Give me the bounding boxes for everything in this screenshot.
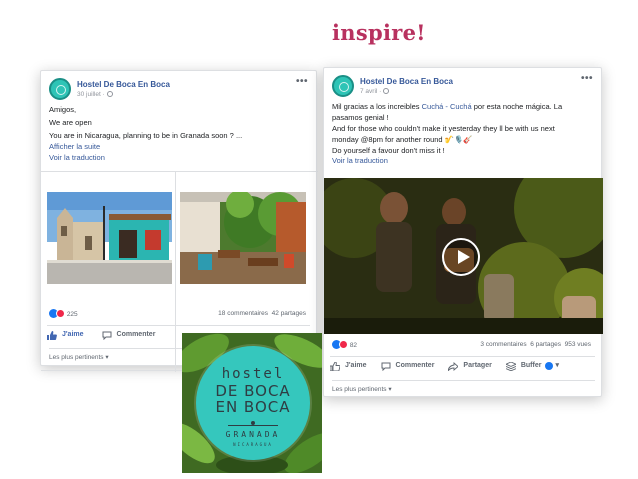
buffer-button[interactable]: Buffer: [505, 361, 542, 371]
logo-word-en-boca: EN BOCA: [215, 398, 291, 416]
comment-icon: [102, 331, 112, 340]
post-line: And for those who couldn't make it yeste…: [332, 123, 555, 133]
facebook-post-left: Hostel De Boca En Boca 30 juillet · ••• …: [40, 70, 318, 372]
comment-label: Commenter: [395, 362, 435, 370]
comment-button[interactable]: Commenter: [381, 361, 435, 371]
post-body: Mil gracias a los increibles Cuchá - Cuc…: [324, 102, 601, 167]
comment-sort-dropdown[interactable]: Les plus pertinents ▾: [332, 380, 595, 394]
buffer-label: Buffer: [520, 362, 542, 370]
more-options-icon[interactable]: •••: [296, 75, 308, 90]
engagement-counts: 18 commentaires 42 partages: [218, 309, 306, 318]
like-label: J'aime: [345, 362, 367, 370]
post-date-text[interactable]: 7 avril ·: [360, 88, 381, 95]
cucha-cucha-link[interactable]: Cuchá - Cuchá: [422, 102, 472, 111]
comments-count-link[interactable]: 18 commentaires: [218, 310, 268, 317]
post-date-text[interactable]: 30 juillet ·: [77, 91, 105, 98]
inspire-headline: inspire!: [332, 20, 426, 45]
logo-dot: [251, 421, 255, 425]
reaction-count[interactable]: 82: [350, 342, 357, 349]
buffer-stack-icon: [505, 361, 516, 371]
views-count: 953 vues: [564, 341, 591, 348]
translate-link[interactable]: Voir la traduction: [49, 153, 308, 164]
page-avatar[interactable]: [49, 78, 71, 100]
globe-audience-icon: [545, 362, 554, 371]
photo-church-street[interactable]: [47, 192, 172, 284]
page-avatar[interactable]: [332, 75, 354, 97]
reaction-count[interactable]: 225: [67, 311, 78, 318]
play-icon[interactable]: [442, 238, 480, 276]
page-name-link[interactable]: Hostel De Boca En Boca: [360, 76, 453, 88]
logo-circle: hostel DE BOCA EN BOCA GRANADA NICARAGUA: [196, 346, 310, 460]
photo-garden-patio[interactable]: [180, 192, 306, 284]
love-reaction-icon: [56, 309, 65, 318]
love-reaction-icon: [339, 340, 348, 349]
see-more-link[interactable]: Afficher la suite: [49, 142, 308, 153]
video-player[interactable]: [324, 178, 603, 334]
hostel-logo-card: hostel DE BOCA EN BOCA GRANADA NICARAGUA: [182, 333, 322, 473]
post-header: Hostel De Boca En Boca 7 avril · •••: [324, 68, 601, 102]
reaction-picker-button[interactable]: ▾: [545, 361, 559, 371]
translate-link[interactable]: Voir la traduction: [332, 156, 593, 167]
logo-word-nicaragua: NICARAGUA: [233, 442, 273, 447]
globe-icon: [106, 91, 113, 97]
logo-word-hostel: hostel: [221, 366, 285, 382]
reaction-summary[interactable]: 82: [332, 340, 357, 350]
post-line: monday @8pm for another round 🎷🎙️🎸: [332, 134, 473, 144]
logo-word-granada: GRANADA: [225, 430, 281, 439]
reaction-summary[interactable]: 225: [49, 309, 78, 319]
page-name-link[interactable]: Hostel De Boca En Boca: [77, 79, 170, 91]
post-line: We are open: [49, 117, 92, 127]
post-line: pasamos genial !: [332, 112, 389, 122]
comments-count-link[interactable]: 3 commentaires: [480, 341, 526, 348]
post-line: Amigos,: [49, 105, 77, 114]
like-label: J'aime: [62, 331, 84, 339]
shares-count-link[interactable]: 42 partages: [272, 310, 306, 317]
chevron-down-icon: ▾: [555, 362, 559, 370]
comment-button[interactable]: Commenter: [102, 330, 156, 340]
logo-divider: [228, 425, 278, 426]
post-line: Do yourself a favour don't miss it !: [332, 145, 445, 155]
like-button[interactable]: J'aime: [47, 330, 84, 340]
post-line: You are in Nicaragua, planning to be in …: [49, 130, 243, 140]
more-options-icon[interactable]: •••: [581, 72, 593, 87]
post-body: Amigos, We are open You are in Nicaragua…: [41, 105, 316, 163]
share-arrow-icon: [448, 361, 459, 371]
post-action-bar: J'aime Commenter Partager Buffer ▾: [330, 356, 595, 376]
post-text: Mil gracias a los increibles: [332, 102, 422, 111]
engagement-counts: 3 commentaires 6 partages 953 vues: [480, 340, 591, 349]
share-label: Partager: [463, 362, 492, 370]
thumbs-up-icon: [330, 361, 340, 371]
thumbs-up-icon: [47, 330, 57, 340]
post-text: por esta noche mágica. La: [471, 102, 563, 111]
share-button[interactable]: Partager: [448, 361, 492, 371]
post-header: Hostel De Boca En Boca 30 juillet · •••: [41, 71, 316, 105]
post-date[interactable]: 7 avril ·: [360, 87, 390, 96]
post-date[interactable]: 30 juillet ·: [77, 90, 113, 99]
comment-icon: [381, 362, 391, 371]
shares-count-link[interactable]: 6 partages: [530, 341, 561, 348]
comment-label: Commenter: [116, 331, 156, 339]
facebook-post-right: Hostel De Boca En Boca 7 avril · ••• Mil…: [323, 67, 603, 397]
like-button[interactable]: J'aime: [330, 361, 367, 371]
globe-icon: [383, 88, 390, 94]
